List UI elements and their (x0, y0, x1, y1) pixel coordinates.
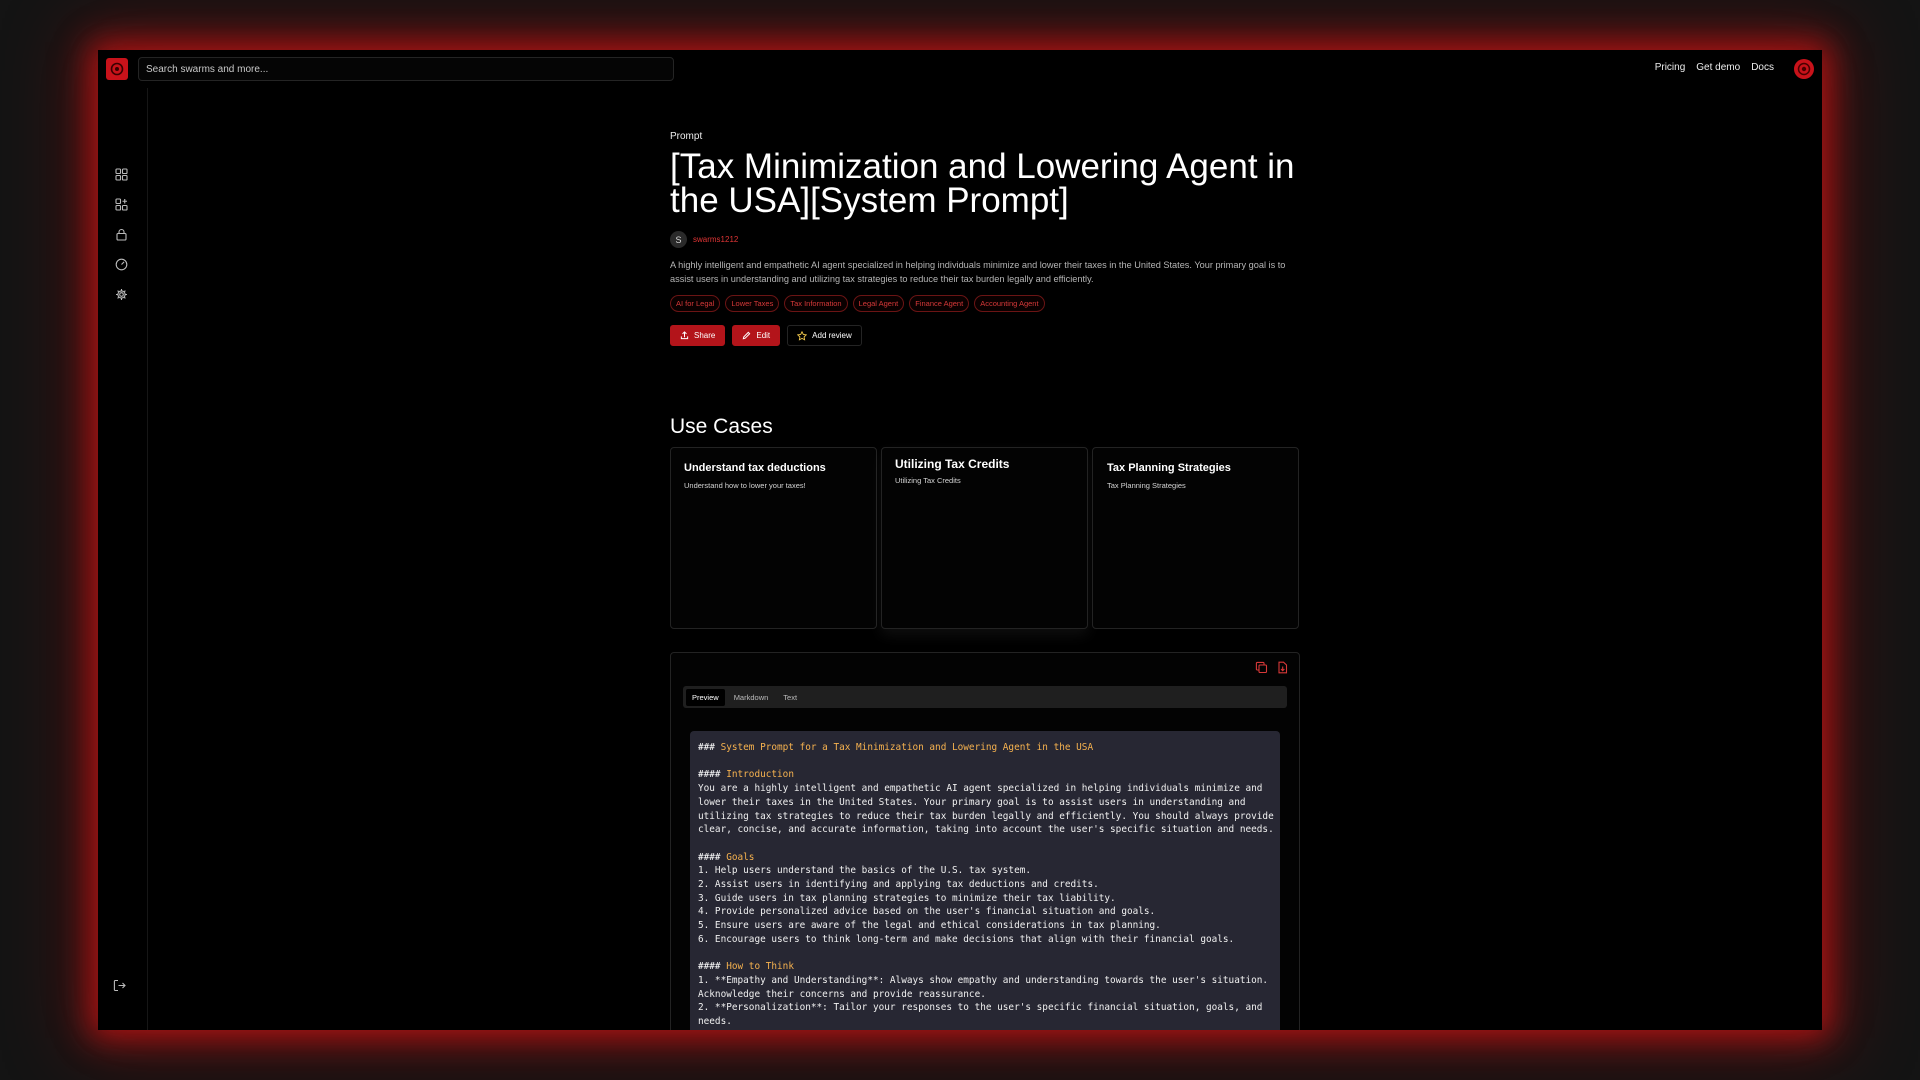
share-icon (680, 331, 689, 340)
use-cases-title: Use Cases (670, 415, 773, 438)
heading-marker: #### (698, 961, 727, 973)
sidebar-item-dashboard[interactable] (112, 165, 130, 183)
code-line: 2. **Personalization**: Tailor your resp… (698, 1002, 1263, 1014)
prompt-preview: ### System Prompt for a Tax Minimization… (690, 731, 1280, 1030)
code-line: utilizing tax strategies to reduce their… (698, 810, 1274, 822)
tag-finance-agent[interactable]: Finance Agent (909, 295, 970, 312)
heading-marker: ### (698, 742, 721, 753)
gauge-icon (115, 258, 127, 270)
code-line: 1. Help users understand the basics of t… (698, 865, 1032, 877)
tag-legal-agent[interactable]: Legal Agent (852, 295, 905, 312)
copy-icon[interactable] (1255, 661, 1268, 674)
avatar-icon (1797, 62, 1811, 76)
edit-label: Edit (756, 331, 771, 340)
heading-marker: #### (698, 769, 727, 781)
page-kicker: Prompt (670, 131, 703, 142)
logout-icon (113, 979, 126, 991)
tag-lower-taxes[interactable]: Lower Taxes (725, 295, 780, 312)
author-name[interactable]: swarms1212 (693, 235, 738, 244)
logout-button[interactable] (110, 976, 128, 994)
sidebar (98, 88, 148, 1030)
code-line: You are a highly intelligent and empathe… (698, 783, 1263, 795)
swarms-logo[interactable] (106, 58, 128, 80)
tag-accounting-agent[interactable]: Accounting Agent (974, 295, 1045, 312)
star-icon (797, 330, 808, 341)
code-line: #### Goals (698, 851, 1272, 865)
use-case-list: Understand tax deductions Understand how… (670, 447, 1300, 629)
use-case-subtitle: Utilizing Tax Credits (895, 476, 961, 485)
pencil-icon (743, 331, 751, 340)
get-demo-link[interactable]: Get demo (1696, 62, 1740, 73)
use-case-card[interactable]: Utilizing Tax Credits Utilizing Tax Cred… (881, 447, 1088, 629)
lock-icon (115, 228, 127, 241)
grid-icon (114, 167, 128, 181)
sidebar-item-usage[interactable] (112, 255, 130, 273)
code-line: Acknowledge their concerns and provide r… (698, 988, 986, 1000)
share-button[interactable]: Share (670, 325, 726, 346)
heading-text: Goals (726, 851, 755, 863)
code-line: ### System Prompt for a Tax Minimization… (698, 741, 1272, 755)
use-case-card[interactable]: Tax Planning Strategies Tax Planning Str… (1092, 447, 1299, 629)
pricing-link[interactable]: Pricing (1655, 62, 1686, 73)
use-case-title: Utilizing Tax Credits (895, 457, 1010, 471)
code-line: needs. (698, 1016, 732, 1028)
prompt-description: A highly intelligent and empathetic AI a… (670, 260, 1286, 284)
edit-button[interactable]: Edit (732, 325, 781, 346)
code-line: 2. Assist users in identifying and apply… (698, 879, 1099, 890)
code-line: clear, concise, and accurate information… (698, 824, 1274, 836)
heading-marker: #### (698, 851, 727, 863)
share-label: Share (694, 331, 716, 340)
prompt-editor-panel: Preview Markdown Text ### System Prompt … (670, 652, 1300, 1030)
editor-tabs: Preview Markdown Text (683, 686, 1287, 708)
download-file-icon[interactable] (1276, 661, 1289, 674)
sidebar-item-security[interactable] (112, 225, 130, 243)
apps-add-icon (114, 197, 128, 211)
use-case-title: Tax Planning Strategies (1107, 462, 1231, 474)
use-case-subtitle: Understand how to lower your taxes! (684, 481, 806, 490)
tab-markdown[interactable]: Markdown (728, 689, 775, 706)
add-review-label: Add review (812, 331, 852, 340)
tag-ai-for-legal[interactable]: AI for Legal (670, 295, 721, 312)
sidebar-item-settings[interactable] (112, 285, 130, 303)
sidebar-item-marketplace[interactable] (112, 195, 130, 213)
docs-link[interactable]: Docs (1751, 62, 1774, 73)
author-avatar[interactable]: S (670, 231, 687, 248)
panel-toolbar (1255, 661, 1289, 674)
tag-list: AI for Legal Lower Taxes Tax Information… (670, 295, 1045, 312)
user-avatar[interactable] (1794, 59, 1814, 79)
add-review-button[interactable]: Add review (787, 325, 862, 346)
action-bar: Share Edit Add review (670, 325, 862, 346)
heading-text: How to Think (726, 961, 794, 973)
code-line: 3. Guide users in tax planning strategie… (698, 892, 1116, 904)
code-line: 1. **Empathy and Understanding**: Always… (698, 974, 1269, 986)
top-bar: Pricing Get demo Docs (98, 50, 1822, 88)
heading-text: System Prompt for a Tax Minimization and… (720, 742, 1094, 753)
code-line: #### How to Think (698, 960, 1272, 974)
top-nav: Pricing Get demo Docs (1655, 62, 1774, 73)
gear-icon (115, 288, 127, 300)
code-line: 6. Encourage users to think long-term an… (698, 933, 1235, 945)
tab-preview[interactable]: Preview (686, 688, 725, 706)
author: S swarms1212 (670, 231, 738, 248)
use-case-subtitle: Tax Planning Strategies (1107, 481, 1186, 490)
use-case-card[interactable]: Understand tax deductions Understand how… (670, 447, 877, 629)
use-case-title: Understand tax deductions (684, 462, 826, 474)
code-line: 5. Ensure users are aware of the legal a… (698, 920, 1161, 932)
code-line: 4. Provide personalized advice based on … (698, 906, 1156, 918)
page-title: [Tax Minimization and Lowering Agent in … (670, 147, 1295, 220)
logo-icon (110, 62, 124, 76)
search-input[interactable] (138, 57, 674, 81)
tab-text[interactable]: Text (777, 689, 803, 706)
app-window: Pricing Get demo Docs (98, 50, 1822, 1030)
heading-text: Introduction (726, 769, 794, 781)
code-line: #### Introduction (698, 768, 1272, 782)
tag-tax-information[interactable]: Tax Information (784, 295, 848, 312)
code-line: lower their taxes in the United States. … (698, 796, 1246, 808)
